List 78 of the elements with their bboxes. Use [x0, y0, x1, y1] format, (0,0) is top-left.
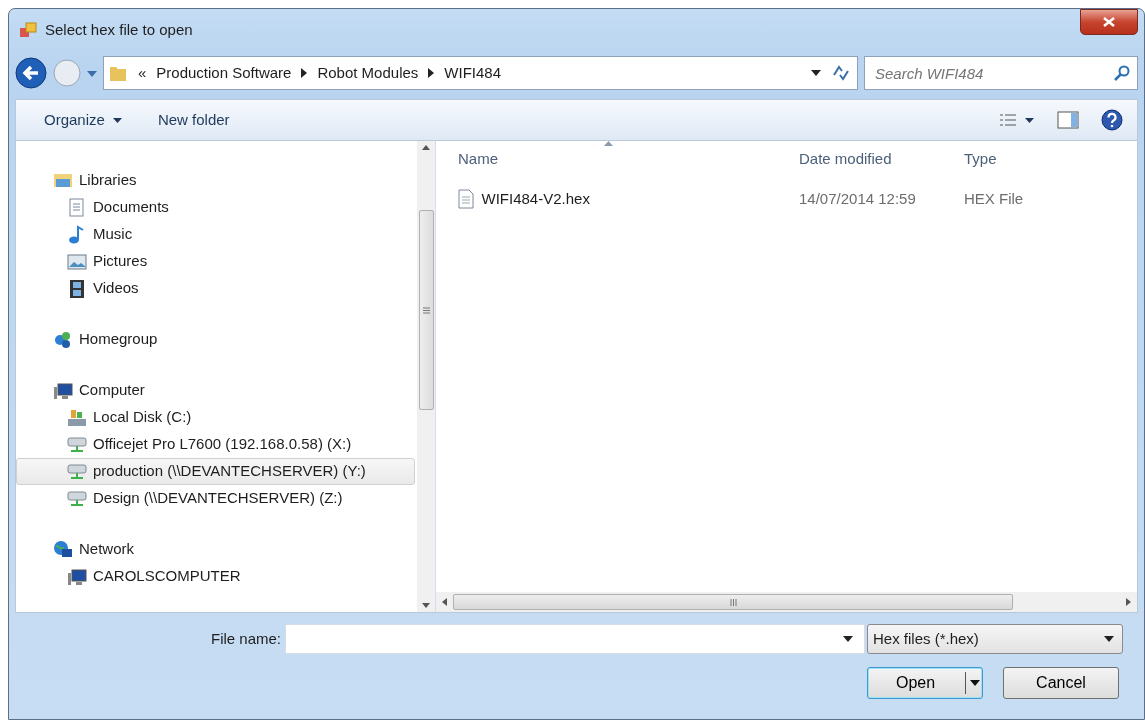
- nav-item[interactable]: CAROLSCOMPUTER: [16, 563, 415, 590]
- search-field[interactable]: Search WIFI484: [864, 56, 1138, 90]
- nav-item[interactable]: Music: [16, 221, 415, 248]
- app-window-icon: [19, 21, 37, 39]
- scroll-up-icon: [422, 145, 430, 150]
- scrollbar-thumb[interactable]: [418, 210, 434, 410]
- column-header[interactable]: Date modified: [791, 141, 956, 177]
- grip-icon: [422, 306, 430, 314]
- nav-item[interactable]: Design (\\DEVANTECHSERVER) (Z:): [16, 485, 415, 512]
- file-icon: [458, 189, 474, 209]
- nav-item[interactable]: Network: [16, 536, 415, 563]
- cancel-button[interactable]: Cancel: [1003, 667, 1119, 699]
- file-name: WIFI484-V2.hex: [481, 188, 590, 209]
- vertical-scrollbar[interactable]: [417, 141, 435, 612]
- nav-item[interactable]: Pictures: [16, 248, 415, 275]
- organize-menu-button[interactable]: Organize: [44, 106, 122, 134]
- scroll-left-icon: [442, 598, 447, 606]
- chevron-right-icon: [428, 68, 435, 78]
- caret-icon: [112, 117, 122, 123]
- nav-item[interactable]: Officejet Pro L7600 (192.168.0.58) (X:): [16, 431, 415, 458]
- close-button[interactable]: [1080, 9, 1138, 35]
- caret-icon: [970, 680, 980, 686]
- caret-icon: [1025, 117, 1034, 123]
- computer-icon: [53, 380, 73, 401]
- nav-item[interactable]: production (\\DEVANTECHSERVER) (Y:): [16, 458, 415, 485]
- panel-icon: [1056, 111, 1079, 129]
- window-title: Select hex file to open: [45, 19, 193, 40]
- globe-network-icon: [53, 539, 73, 560]
- network-drive-icon: [67, 488, 87, 509]
- scroll-right-icon: [1126, 598, 1131, 606]
- nav-item[interactable]: Local Disk (C:): [16, 404, 415, 431]
- preview-pane-button[interactable]: [1056, 109, 1079, 131]
- dropdown-caret-icon: [1104, 636, 1114, 642]
- scroll-down-icon: [422, 603, 430, 608]
- nav-item[interactable]: Documents: [16, 194, 415, 221]
- address-bar[interactable]: « Production Software Robot Modules WIFI484: [103, 56, 858, 90]
- chevron-right-icon: [301, 68, 308, 78]
- close-icon: [1103, 17, 1115, 27]
- search-icon: [1114, 65, 1130, 81]
- forward-button[interactable]: [53, 59, 81, 87]
- network-drive-icon: [67, 461, 87, 482]
- help-icon: [1101, 109, 1123, 131]
- network-drive-icon: [67, 434, 87, 455]
- nav-item[interactable]: Videos: [16, 275, 415, 302]
- toolbar-button[interactable]: New folder: [157, 106, 230, 134]
- picture-icon: [67, 251, 87, 272]
- nav-item[interactable]: Computer: [16, 377, 415, 404]
- film-strip-icon: [67, 278, 87, 299]
- column-header[interactable]: Type: [956, 141, 1086, 177]
- help-button[interactable]: [1101, 107, 1123, 133]
- list-view-icon: [999, 113, 1017, 127]
- breadcrumb[interactable]: Production Software: [156, 61, 292, 85]
- file-type-dropdown[interactable]: Hex files (*.hex): [867, 624, 1123, 654]
- field-label: File name:: [210, 628, 281, 649]
- sort-arrow-icon: [604, 141, 613, 146]
- file-row[interactable]: WIFI484-V2.hex 14/07/2014 12:59 HEX File: [436, 183, 1137, 215]
- dropdown-caret-icon: [843, 636, 853, 642]
- nav-item[interactable]: Libraries: [16, 167, 415, 194]
- grip-icon: [729, 598, 737, 606]
- horizontal-scrollbar[interactable]: [436, 592, 1137, 612]
- dropdown-caret-icon: [811, 70, 821, 76]
- breadcrumb[interactable]: WIFI484: [444, 61, 501, 85]
- nav-item[interactable]: Homegroup: [16, 326, 415, 353]
- back-button[interactable]: [15, 57, 47, 89]
- caret-icon: [87, 70, 97, 77]
- date-modified: 14/07/2014 12:59: [798, 188, 917, 209]
- file-name-field[interactable]: [285, 624, 865, 654]
- column-header[interactable]: Name: [436, 141, 791, 177]
- breadcrumb[interactable]: Robot Modules: [317, 61, 419, 85]
- circle-icon: [53, 59, 81, 87]
- overflow-chevron[interactable]: «: [138, 61, 147, 85]
- open-split-button[interactable]: Open: [867, 667, 983, 699]
- document-icon: [67, 197, 87, 218]
- view-options-button[interactable]: [999, 111, 1034, 129]
- scrollbar-thumb[interactable]: [453, 594, 1013, 610]
- file-type: HEX File: [963, 188, 1025, 209]
- computer-icon: [67, 566, 87, 587]
- hard-drive-icon: [67, 407, 87, 428]
